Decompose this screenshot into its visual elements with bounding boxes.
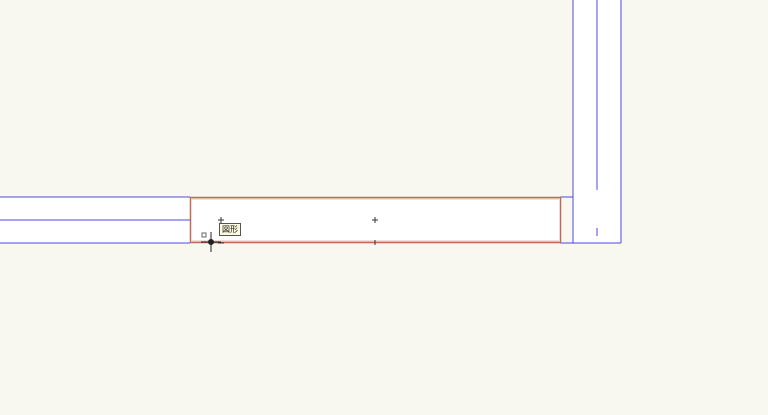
- cursor-tooltip-label: 図形: [219, 223, 241, 236]
- cad-drawing: [0, 0, 768, 415]
- drawing-canvas[interactable]: 図形: [0, 0, 768, 415]
